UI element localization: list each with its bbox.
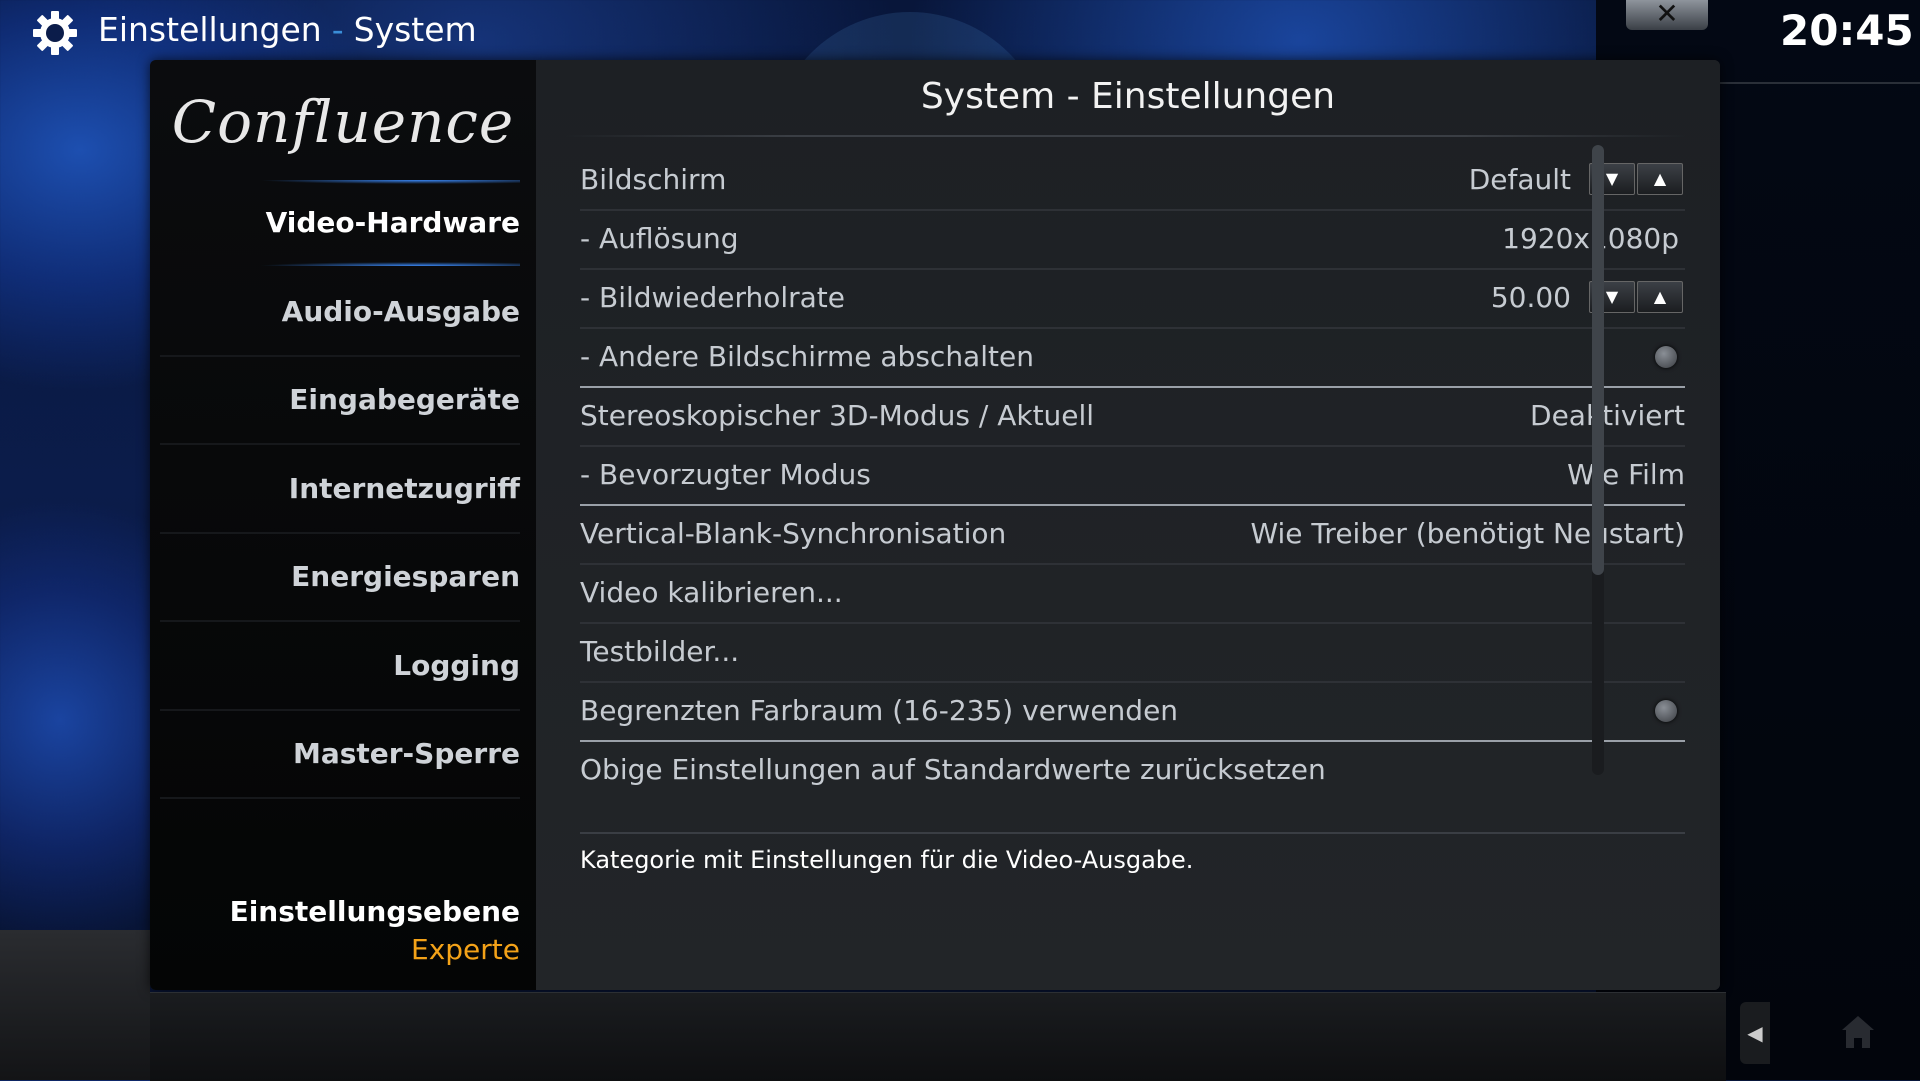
settings-level-label[interactable]: Einstellungsebene xyxy=(160,895,520,928)
home-icon[interactable] xyxy=(1838,1012,1878,1052)
header-subsection: System xyxy=(353,10,477,49)
scrollbar-thumb[interactable] xyxy=(1592,145,1604,575)
back-icon[interactable]: ◀ xyxy=(1740,1002,1770,1064)
setting-label: Stereoskopischer 3D-Modus / Aktuell xyxy=(580,399,1095,432)
sidebar-item-label: Internetzugriff xyxy=(288,472,520,505)
sidebar-item-label: Audio-Ausgabe xyxy=(281,295,520,328)
sidebar-item-eingabegeraete[interactable]: Eingabegeräte xyxy=(160,357,520,445)
setting-label: Vertical-Blank-Synchronisation xyxy=(580,517,1007,550)
setting-value: 1920x1080p xyxy=(1502,222,1679,255)
setting-row-andere-bildschirme[interactable]: - Andere Bildschirme abschalten xyxy=(580,328,1685,388)
setting-label: Video kalibrieren... xyxy=(580,576,843,609)
sidebar-item-master-sperre[interactable]: Master-Sperre xyxy=(160,711,520,799)
setting-value: Default xyxy=(1468,163,1571,196)
radio-toggle[interactable] xyxy=(1655,346,1677,368)
header-title: Einstellungen - System xyxy=(98,10,477,49)
bottom-bar xyxy=(150,992,1726,1081)
sidebar-item-label: Energiesparen xyxy=(291,560,520,593)
setting-label: - Bevorzugter Modus xyxy=(580,458,871,491)
sidebar: Confluence Video-Hardware Audio-Ausgabe … xyxy=(150,60,536,990)
setting-label: Testbilder... xyxy=(580,635,740,668)
setting-row-bildwiederholrate[interactable]: - Bildwiederholrate 50.00 ▼ ▲ xyxy=(580,269,1685,329)
setting-value: 50.00 xyxy=(1490,281,1571,314)
setting-value: Deaktiviert xyxy=(1530,399,1685,432)
setting-label: Obige Einstellungen auf Standardwerte zu… xyxy=(580,753,1326,786)
sidebar-item-energiesparen[interactable]: Energiesparen xyxy=(160,534,520,622)
setting-row-bildschirm[interactable]: Bildschirm Default ▼ ▲ xyxy=(580,151,1685,211)
sidebar-item-label: Logging xyxy=(393,649,520,682)
setting-label: - Andere Bildschirme abschalten xyxy=(580,340,1034,373)
clock: 20:45 xyxy=(1780,6,1914,55)
scrollbar[interactable] xyxy=(1592,145,1604,775)
settings-level-value[interactable]: Experte xyxy=(160,933,520,966)
setting-row-bevorzugter-modus[interactable]: - Bevorzugter Modus Wie Film xyxy=(580,446,1685,506)
close-button[interactable]: ✕ xyxy=(1626,0,1708,30)
sidebar-item-video-hardware[interactable]: Video-Hardware xyxy=(160,180,520,266)
sidebar-item-label: Master-Sperre xyxy=(292,737,520,770)
setting-row-aufloesung[interactable]: - Auflösung 1920x1080p xyxy=(580,210,1685,270)
header-separator: - xyxy=(331,10,344,49)
sidebar-item-audio-ausgabe[interactable]: Audio-Ausgabe xyxy=(160,269,520,357)
spin-up-icon[interactable]: ▲ xyxy=(1637,163,1683,195)
setting-row-vblank[interactable]: Vertical-Blank-Synchronisation Wie Treib… xyxy=(580,505,1685,565)
settings-window: Confluence Video-Hardware Audio-Ausgabe … xyxy=(150,60,1720,990)
setting-label: - Auflösung xyxy=(580,222,739,255)
setting-row-stereoskopisch[interactable]: Stereoskopischer 3D-Modus / Aktuell Deak… xyxy=(580,387,1685,447)
bottom-left-shelf xyxy=(0,930,150,1080)
setting-value: Wie Film xyxy=(1567,458,1685,491)
title-divider xyxy=(566,135,1686,137)
settings-content: System - Einstellungen Bildschirm Defaul… xyxy=(536,60,1720,990)
setting-value: Wie Treiber (benötigt Neustart) xyxy=(1250,517,1685,550)
header-section: Einstellungen xyxy=(98,10,322,49)
setting-row-farbraum[interactable]: Begrenzten Farbraum (16-235) verwenden xyxy=(580,682,1685,742)
confluence-logo: Confluence xyxy=(171,88,515,156)
page-title: System - Einstellungen xyxy=(920,76,1336,117)
spin-up-icon[interactable]: ▲ xyxy=(1637,281,1683,313)
sidebar-item-logging[interactable]: Logging xyxy=(160,623,520,711)
setting-row-video-kalibrieren[interactable]: Video kalibrieren... xyxy=(580,564,1685,624)
description-divider xyxy=(580,832,1685,834)
gear-icon xyxy=(33,11,77,55)
sidebar-item-internetzugriff[interactable]: Internetzugriff xyxy=(160,446,520,534)
setting-label: - Bildwiederholrate xyxy=(580,281,846,314)
setting-label: Begrenzten Farbraum (16-235) verwenden xyxy=(580,694,1179,727)
setting-label: Bildschirm xyxy=(580,163,727,196)
category-description: Kategorie mit Einstellungen für die Vide… xyxy=(580,846,1194,874)
sidebar-item-label: Video-Hardware xyxy=(265,206,520,239)
sidebar-item-label: Eingabegeräte xyxy=(289,383,520,416)
radio-toggle[interactable] xyxy=(1655,700,1677,722)
top-bar: Einstellungen - System xyxy=(0,0,1600,62)
setting-row-reset[interactable]: Obige Einstellungen auf Standardwerte zu… xyxy=(580,741,1685,799)
setting-row-testbilder[interactable]: Testbilder... xyxy=(580,623,1685,683)
